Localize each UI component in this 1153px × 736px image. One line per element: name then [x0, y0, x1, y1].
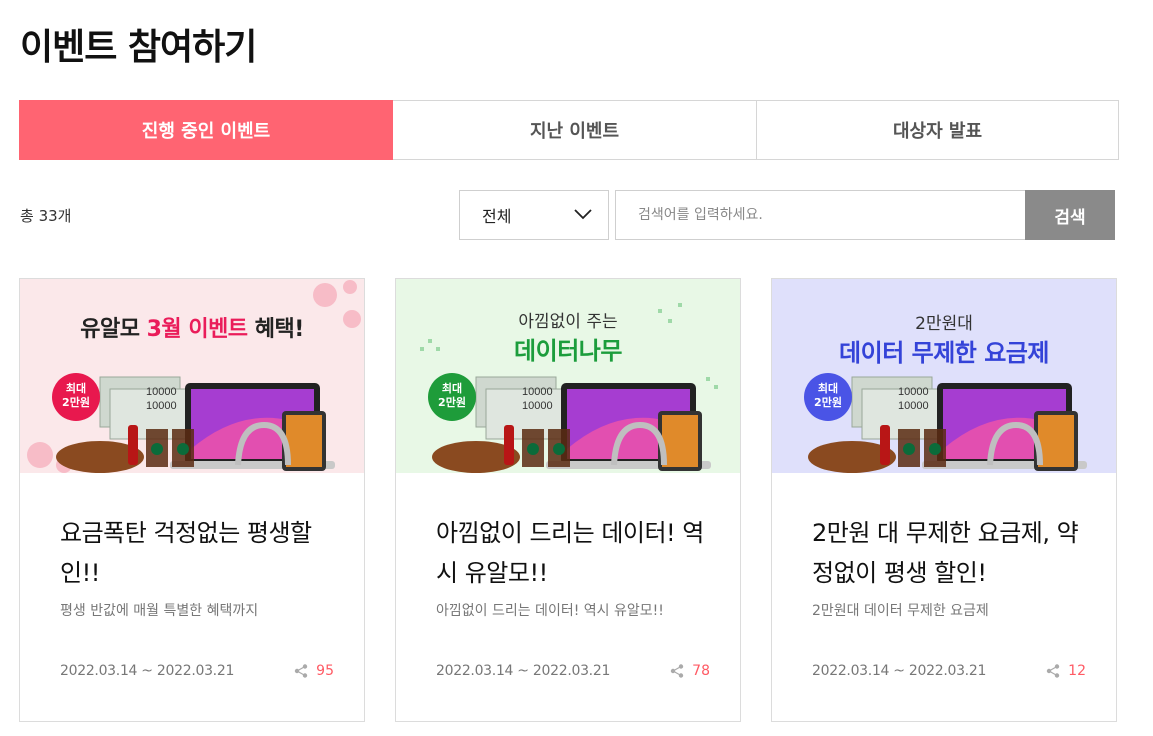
svg-text:10000: 10000 [898, 400, 929, 412]
event-card[interactable]: 10000 10000 아낌없이 주는 데이터나무 최대 2만원 아낌없이 드리는… [395, 278, 741, 722]
svg-text:10000: 10000 [146, 386, 177, 398]
card-date-range: 2022.03.14 ~ 2022.03.21 [60, 663, 235, 679]
svg-text:10000: 10000 [522, 400, 553, 412]
tab-past-events[interactable]: 지난 이벤트 [393, 100, 756, 160]
banner-prefix: 유알모 [80, 317, 147, 342]
banner-highlight: 3월 이벤트 [146, 317, 248, 342]
banner-headline: 데이터 무제한 요금제 [839, 339, 1049, 367]
chevron-down-icon [574, 209, 592, 220]
card-title: 요금폭탄 걱정없는 평생할인!! [60, 519, 312, 587]
max-reward-badge: 최대 2만원 [804, 373, 852, 421]
share-count: 78 [692, 663, 710, 679]
card-date-range: 2022.03.14 ~ 2022.03.21 [812, 663, 987, 679]
page-title: 이벤트 참여하기 [20, 27, 257, 68]
total-count: 총 33개 [20, 207, 72, 225]
share-icon [670, 664, 684, 678]
event-card[interactable]: 10000 10000 유알모 3월 이벤트 혜택! 최대 2만원 요금폭탄 걱정… [19, 278, 365, 722]
card-title: 2만원 대 무제한 요금제, 약정없이 평생 할인! [812, 519, 1079, 587]
svg-text:10000: 10000 [146, 400, 177, 412]
banner-headline: 데이터나무 [514, 337, 622, 365]
category-select[interactable]: 전체 [459, 190, 609, 240]
share-button[interactable]: 95 [294, 663, 334, 679]
max-reward-badge: 최대 2만원 [52, 373, 100, 421]
card-description: 평생 반값에 매월 특별한 혜택까지 [60, 603, 259, 619]
banner-subheadline: 2만원대 [915, 314, 973, 334]
event-banner-image: 10000 10000 2만원대 데이터 무제한 요금제 최대 2만원 [772, 279, 1116, 473]
share-count: 95 [316, 663, 334, 679]
card-description: 2만원대 데이터 무제한 요금제 [812, 603, 989, 619]
banner-subheadline: 아낌없이 주는 [518, 312, 618, 332]
share-count: 12 [1068, 663, 1086, 679]
card-date-range: 2022.03.14 ~ 2022.03.21 [436, 663, 611, 679]
search-button[interactable]: 검색 [1025, 190, 1115, 240]
event-banner-image: 10000 10000 아낌없이 주는 데이터나무 최대 2만원 [396, 279, 740, 473]
banner-suffix: 혜택! [247, 317, 305, 342]
event-card[interactable]: 10000 10000 2만원대 데이터 무제한 요금제 최대 2만원 2만원 대… [771, 278, 1117, 722]
share-button[interactable]: 78 [670, 663, 710, 679]
tab-ongoing-events[interactable]: 진행 중인 이벤트 [19, 100, 393, 160]
share-icon [1046, 664, 1060, 678]
card-description: 아낌없이 드리는 데이터! 역시 유알모!! [436, 603, 664, 619]
share-icon [294, 664, 308, 678]
svg-text:10000: 10000 [522, 386, 553, 398]
svg-text:10000: 10000 [898, 386, 929, 398]
search-input[interactable] [615, 190, 1025, 240]
event-banner-image: 10000 10000 유알모 3월 이벤트 혜택! 최대 2만원 [20, 279, 364, 473]
max-reward-badge: 최대 2만원 [428, 373, 476, 421]
event-tabs: 진행 중인 이벤트 지난 이벤트 대상자 발표 [19, 100, 1119, 160]
banner-headline: 유알모 3월 이벤트 혜택! [20, 311, 364, 343]
share-button[interactable]: 12 [1046, 663, 1086, 679]
category-select-value: 전체 [482, 207, 512, 226]
tab-winners[interactable]: 대상자 발표 [756, 100, 1119, 160]
card-title: 아낌없이 드리는 데이터! 역시 유알모!! [436, 519, 704, 587]
